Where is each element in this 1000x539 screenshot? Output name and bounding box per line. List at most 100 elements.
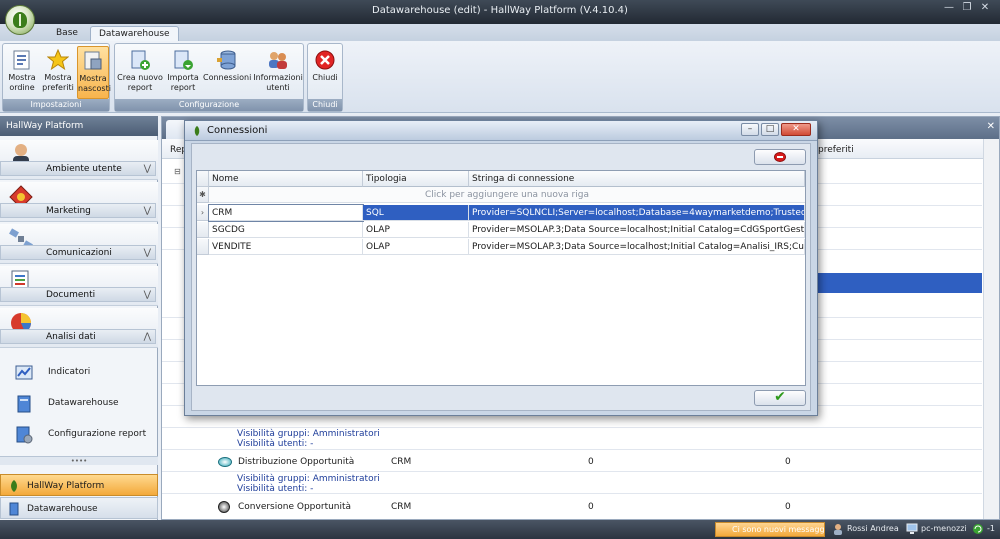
sidebar-item-label: Indicatori	[48, 367, 91, 377]
report-value: 0	[785, 457, 791, 467]
new-messages-text: Ci sono nuovi messaggi	[732, 525, 825, 534]
dialog-titlebar: Connessioni – □ ✕	[185, 121, 817, 141]
tab-datawarehouse[interactable]: Datawarehouse	[90, 26, 179, 41]
vertical-scrollbar[interactable]	[983, 139, 999, 519]
cell-stringa[interactable]: Provider=MSOLAP.3;Data Source=localhost;…	[469, 239, 805, 255]
sidebar-header: HallWay Platform	[0, 116, 158, 136]
computer-icon	[906, 523, 918, 534]
app-logo-icon[interactable]	[5, 5, 35, 35]
order-icon	[13, 50, 30, 70]
importa-report-button[interactable]: Importa report	[165, 46, 201, 99]
chevron-down-icon[interactable]: ⋁	[144, 290, 151, 300]
new-row-indicator-icon: ✱	[197, 187, 209, 203]
sidebar-item-configurazione-report[interactable]: Configurazione report	[0, 420, 158, 450]
maximize-icon[interactable]: ❐	[960, 2, 974, 14]
report-type: CRM	[391, 457, 412, 467]
visibility-users-text: Visibilità utenti: -	[237, 484, 314, 494]
computer-name: pc-menozzi	[921, 524, 967, 533]
dialog-client-area: Nome Tipologia Stringa di connessione ✱ …	[191, 143, 811, 411]
current-row-indicator-icon: ›	[197, 205, 209, 221]
connessioni-button[interactable]: Connessioni	[203, 46, 251, 99]
group-configurazione-label: Configurazione	[115, 99, 303, 111]
refresh-icon[interactable]	[972, 523, 984, 535]
mostra-nascosti-button[interactable]: Mostra nascosti	[77, 46, 111, 99]
sidebar-group-ambiente-utente[interactable]: Ambiente utente ⋁	[0, 140, 158, 180]
col-header-preferiti[interactable]: preferiti	[818, 145, 854, 155]
report-value: 0	[785, 502, 791, 512]
mostra-ordine-button[interactable]: Mostra ordine	[5, 46, 39, 99]
sidebar-group-documenti[interactable]: Documenti ⋁	[0, 266, 158, 306]
crea-nuovo-report-label: Crea nuovo report	[117, 73, 163, 92]
chevron-up-icon[interactable]: ⋀	[144, 332, 151, 342]
report-config-icon	[16, 426, 33, 444]
connessioni-dialog: Connessioni – □ ✕ Nome Tipologia Stringa…	[184, 120, 818, 416]
crea-nuovo-report-button[interactable]: Crea nuovo report	[117, 46, 163, 99]
informazioni-utenti-button[interactable]: Informazioni utenti	[253, 46, 303, 99]
group-configurazione: Crea nuovo report Importa report Conness…	[114, 43, 304, 112]
cell-nome[interactable]: CRM	[208, 204, 364, 222]
dialog-close-button[interactable]: ✕	[781, 123, 811, 136]
cell-stringa[interactable]: Provider=MSOLAP.3;Data Source=localhost;…	[469, 222, 805, 238]
sidebar-item-label: Configurazione report	[48, 429, 147, 439]
cell-tipologia[interactable]: OLAP	[363, 239, 469, 255]
hallway-logo-icon	[11, 480, 17, 492]
datawarehouse-icon	[9, 502, 19, 516]
cell-nome[interactable]: VENDITE	[209, 239, 363, 255]
hallway-logo-icon	[194, 126, 200, 136]
ribbon-tabs: Base Datawarehouse	[0, 24, 1000, 41]
minimize-icon[interactable]: —	[942, 2, 956, 14]
chevron-down-icon[interactable]: ⋁	[144, 248, 151, 258]
close-tab-icon[interactable]: ✕	[987, 121, 995, 132]
cell-stringa[interactable]: Provider=SQLNCLI;Server=localhost;Databa…	[469, 205, 805, 221]
col-header-tipologia[interactable]: Tipologia	[363, 171, 469, 187]
chevron-down-icon[interactable]: ⋁	[144, 206, 151, 216]
import-report-icon	[174, 50, 193, 70]
sidebar-bottom-datawarehouse[interactable]: Datawarehouse	[0, 497, 158, 519]
group-chiudi: Chiudi Chiudi	[307, 43, 343, 112]
sidebar-group-analisi-dati[interactable]: Analisi dati ⋀	[0, 308, 158, 348]
sidebar-item-indicatori[interactable]: Indicatori	[0, 358, 158, 388]
col-header-nome[interactable]: Nome	[209, 171, 363, 187]
connections-grid: Nome Tipologia Stringa di connessione ✱ …	[196, 170, 806, 386]
sidebar-group-label: Ambiente utente	[46, 164, 122, 174]
splitter-grip[interactable]: ••••	[0, 456, 158, 465]
expand-collapse-icon[interactable]: ⊟	[174, 167, 181, 176]
sidebar-group-comunicazioni[interactable]: Comunicazioni ⋁	[0, 224, 158, 264]
users-info-icon	[269, 52, 287, 69]
sidebar-group-label: Documenti	[46, 290, 96, 300]
row-indicator	[197, 239, 209, 255]
sidebar-bottom-label: Datawarehouse	[27, 504, 98, 514]
new-row-placeholder[interactable]: Click per aggiungere una nuova riga	[209, 187, 805, 203]
current-user: Rossi Andrea	[847, 524, 899, 533]
chevron-down-icon[interactable]: ⋁	[144, 164, 151, 174]
dialog-maximize-button[interactable]: □	[761, 123, 779, 136]
sidebar-bottom-hallway-platform[interactable]: HallWay Platform	[0, 474, 158, 496]
sidebar-bottom-label: HallWay Platform	[27, 481, 105, 491]
report-name[interactable]: Conversione Opportunità	[238, 502, 351, 512]
col-header-stringa[interactable]: Stringa di connessione	[469, 171, 805, 187]
sidebar-group-marketing[interactable]: Marketing ⋁	[0, 182, 158, 222]
new-report-icon	[131, 50, 150, 70]
ribbon: Mostra ordine Mostra preferiti Mostra na…	[0, 41, 1000, 113]
delete-row-button[interactable]	[754, 149, 806, 165]
indicators-icon	[15, 365, 33, 380]
chiudi-button[interactable]: Chiudi	[310, 46, 340, 99]
new-messages-notification[interactable]: Ci sono nuovi messaggi	[715, 522, 825, 537]
report-name[interactable]: Distribuzione Opportunità	[238, 457, 354, 467]
user-icon	[834, 524, 842, 535]
cell-nome[interactable]: SGCDG	[209, 222, 363, 238]
dialog-minimize-button[interactable]: –	[741, 123, 759, 136]
mostra-preferiti-button[interactable]: Mostra preferiti	[41, 46, 75, 99]
mostra-nascosti-label: Mostra nascosti	[78, 74, 111, 93]
group-impostazioni-label: Impostazioni	[3, 99, 109, 111]
confirm-button[interactable]: ✔	[754, 390, 806, 406]
tab-base[interactable]: Base	[48, 26, 86, 41]
dialog-title: Connessioni	[207, 125, 268, 136]
mostra-preferiti-label: Mostra preferiti	[42, 73, 74, 92]
cell-tipologia[interactable]: SQL	[363, 205, 469, 221]
cell-tipologia[interactable]: OLAP	[363, 222, 469, 238]
group-impostazioni: Mostra ordine Mostra preferiti Mostra na…	[2, 43, 111, 112]
close-icon[interactable]: ✕	[978, 2, 992, 14]
sidebar-group-label: Analisi dati	[46, 332, 96, 342]
sidebar-item-datawarehouse[interactable]: Datawarehouse	[0, 389, 158, 419]
